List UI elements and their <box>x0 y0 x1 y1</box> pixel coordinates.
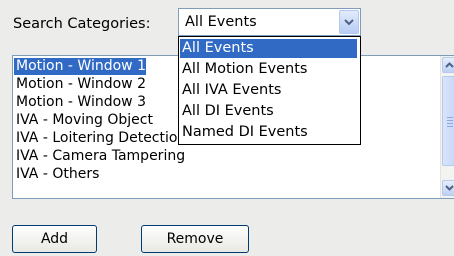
dropdown-option[interactable]: All Motion Events <box>180 60 307 79</box>
search-categories-value: All Events <box>185 14 257 30</box>
add-button[interactable]: Add <box>12 225 97 253</box>
scroll-up-button[interactable] <box>442 57 454 73</box>
list-item[interactable]: IVA - Others <box>14 166 99 183</box>
scroll-down-button[interactable] <box>442 180 454 196</box>
triangle-down-icon <box>445 185 454 191</box>
dropdown-option[interactable]: All DI Events <box>180 102 274 121</box>
list-item[interactable]: IVA - Camera Tampering <box>14 148 185 165</box>
list-item[interactable]: Motion - Window 2 <box>14 76 146 93</box>
dropdown-option[interactable]: Named DI Events <box>180 123 308 142</box>
dropdown-option[interactable]: All IVA Events <box>180 81 281 100</box>
list-item[interactable]: Motion - Window 3 <box>14 94 146 111</box>
search-categories-select[interactable]: All Events <box>178 8 361 36</box>
vertical-scrollbar[interactable] <box>440 56 454 198</box>
remove-button[interactable]: Remove <box>141 225 249 253</box>
search-categories-label: Search Categories: <box>13 16 151 32</box>
triangle-up-icon <box>445 62 454 68</box>
list-item[interactable]: IVA - Loitering Detection <box>14 130 186 147</box>
search-categories-dropdown[interactable]: All Events All Motion Events All IVA Eve… <box>178 36 361 145</box>
dropdown-option[interactable]: All Events <box>180 39 357 58</box>
list-item[interactable]: IVA - Moving Object <box>14 112 153 129</box>
scroll-thumb[interactable] <box>442 76 454 166</box>
list-item[interactable]: Motion - Window 1 <box>14 58 146 75</box>
chevron-down-icon[interactable] <box>339 10 359 34</box>
